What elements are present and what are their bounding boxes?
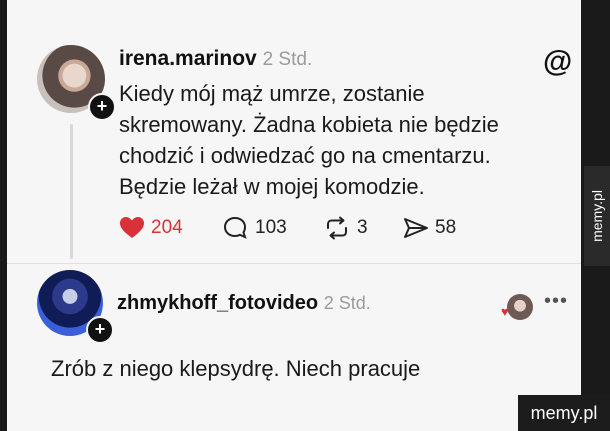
post-text-line: skremowany. Żadna kobieta nie będzie <box>119 112 499 137</box>
bottom-watermark: memy.pl <box>518 395 610 431</box>
post-text-line: Kiedy mój mąż umrze, zostanie <box>119 81 425 106</box>
post-text: Kiedy mój mąż umrze, zostanie skremowany… <box>119 78 559 202</box>
like-count: 204 <box>151 217 183 238</box>
reply-username[interactable]: zhmykhoff_fotovideo <box>117 292 318 314</box>
reply-text: Zrób z niego klepsydrę. Niech pracuje <box>51 356 421 381</box>
repost-icon <box>327 216 347 240</box>
post-author[interactable]: irena.marinov 2 Std. <box>119 47 312 71</box>
comment-button[interactable]: 103 <box>223 216 287 240</box>
side-watermark: memy.pl <box>584 166 610 266</box>
share-count: 58 <box>435 217 457 238</box>
threads-logo-icon: @ <box>543 45 573 78</box>
repost-count: 3 <box>357 217 368 238</box>
thread-connector-line <box>70 124 73 259</box>
post-time: 2 Std. <box>262 49 313 70</box>
post-username[interactable]: irena.marinov <box>119 47 257 70</box>
comment-count: 103 <box>255 217 287 238</box>
author-liked-heart-icon: ♥ <box>501 304 509 319</box>
comment-icon <box>223 216 247 239</box>
post-divider <box>7 263 581 264</box>
more-options-icon[interactable]: ••• <box>544 290 568 313</box>
reply-time: 2 Std. <box>323 293 371 313</box>
threads-screenshot-card: + irena.marinov 2 Std. @ Kiedy mój mąż u… <box>7 0 581 431</box>
heart-icon <box>120 217 144 238</box>
repost-button[interactable]: 3 <box>323 216 368 240</box>
side-watermark-text: memy.pl <box>589 190 605 242</box>
reply-author[interactable]: zhmykhoff_fotovideo 2 Std. <box>117 292 371 315</box>
author-liked-avatar <box>507 294 533 320</box>
like-button[interactable]: 204 <box>119 216 183 240</box>
post-text-line: Będzie leżał w mojej komodzie. <box>119 174 425 199</box>
post-text-line: chodzić i odwiedzać go na cmentarzu. <box>119 143 491 168</box>
follow-plus-icon[interactable]: + <box>86 316 114 344</box>
follow-plus-icon[interactable]: + <box>88 93 116 121</box>
send-icon <box>404 218 428 238</box>
share-button[interactable]: 58 <box>403 216 456 240</box>
